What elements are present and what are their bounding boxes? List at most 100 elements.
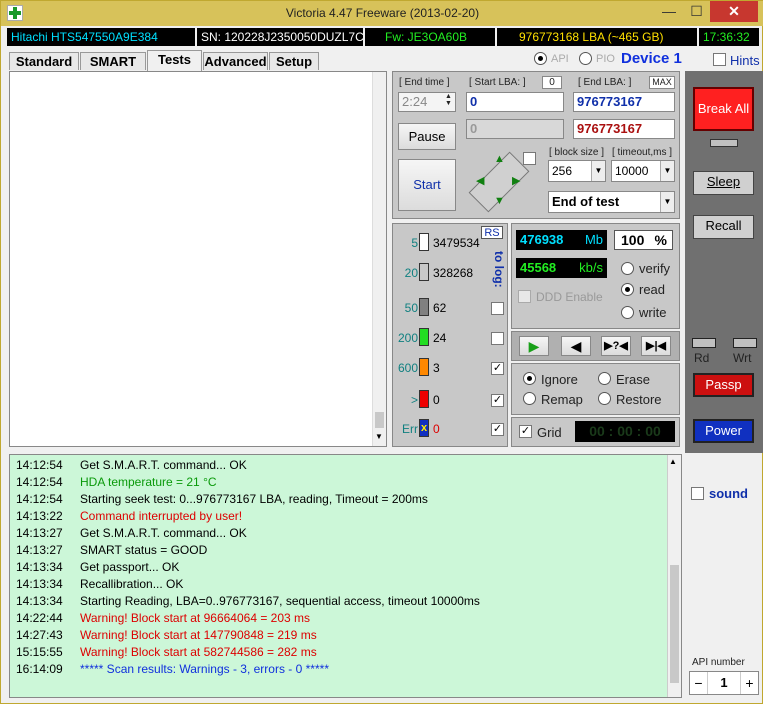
direction-checkbox[interactable]	[523, 152, 536, 165]
verify-radio[interactable]	[621, 262, 634, 275]
block-threshold: 600	[397, 361, 418, 375]
current-lba-field: 0	[466, 119, 564, 139]
api-radio[interactable]	[534, 52, 547, 65]
break-all-button[interactable]: Break All	[693, 87, 754, 131]
log-checkbox[interactable]: ✓	[491, 423, 504, 436]
end-time-spin-icon[interactable]: ▲ ▼	[445, 93, 452, 107]
restore-radio[interactable]	[598, 392, 611, 405]
percent-value: 100	[621, 232, 645, 248]
log-scrollbar-thumb[interactable]	[670, 565, 679, 683]
scroll-down-icon[interactable]: ▼	[375, 432, 383, 441]
block-threshold: >	[410, 393, 418, 407]
end-lba-current-field: 976773167	[573, 119, 675, 139]
victoria-window: Victoria 4.47 Freeware (2013-02-20) — ☐ …	[0, 0, 763, 704]
maximize-button[interactable]: ☐	[683, 1, 710, 22]
rewind-icon[interactable]: ◀	[561, 336, 591, 356]
plus-button[interactable]: +	[740, 672, 758, 694]
log-line: 14:13:34 Starting Reading, LBA=0..9767731…	[10, 593, 666, 610]
block-count: 0	[433, 422, 440, 436]
block-color-swatch	[419, 233, 429, 251]
minimize-button[interactable]: —	[655, 1, 683, 22]
end-action-select[interactable]: End of test ▼	[548, 191, 675, 213]
sleep-button[interactable]: Sleep	[693, 171, 754, 195]
log-message: Warning! Block start at 582744586 = 282 …	[80, 645, 317, 659]
arrow-right-icon[interactable]: ▶	[512, 174, 520, 187]
rd-label: Rd	[694, 351, 710, 365]
hints-label: Hints	[730, 53, 760, 68]
drive-serial: SN: 120228J2350050DUZL7C	[197, 28, 363, 46]
log-checkbox[interactable]	[491, 332, 504, 345]
log-message: Command interrupted by user!	[80, 509, 243, 523]
ignore-radio[interactable]	[523, 372, 536, 385]
tab-advanced[interactable]: Advanced	[203, 52, 268, 70]
pause-button[interactable]: Pause	[398, 123, 456, 150]
block-color-swatch	[419, 390, 429, 408]
write-radio[interactable]	[621, 306, 634, 319]
arrow-up-icon[interactable]: ▲	[494, 153, 505, 165]
speed-unit: kb/s	[579, 260, 603, 275]
scan-map-area: ▼	[9, 71, 387, 447]
passp-button[interactable]: Passp	[693, 373, 754, 397]
log-time: 15:15:55	[16, 645, 63, 659]
log-line: 14:13:27 SMART status = GOOD	[10, 542, 666, 559]
wrt-label: Wrt	[733, 351, 752, 365]
log-message: Get S.M.A.R.T. command... OK	[80, 526, 247, 540]
block-count: 24	[433, 331, 447, 345]
log-checkbox[interactable]: ✓	[491, 394, 504, 407]
log-message: Get S.M.A.R.T. command... OK	[80, 458, 247, 472]
log-message: Warning! Block start at 147790848 = 219 …	[80, 628, 317, 642]
verify-label: verify	[639, 261, 671, 276]
api-number-value[interactable]: 1	[708, 672, 740, 694]
log-scrollbar[interactable]: ▲	[667, 455, 681, 697]
pio-radio[interactable]	[579, 52, 592, 65]
log-time: 14:13:27	[16, 543, 63, 557]
block-count: 3479534	[433, 236, 480, 250]
map-scrollbar[interactable]: ▼	[372, 72, 386, 446]
end-lba-field[interactable]: 976773167	[573, 92, 675, 112]
tab-standard[interactable]: Standard	[9, 52, 79, 70]
recall-button[interactable]: Recall	[693, 215, 754, 239]
block-count: 0	[433, 393, 440, 407]
arrow-down-icon[interactable]: ▼	[494, 195, 505, 207]
tab-setup[interactable]: Setup	[269, 52, 319, 70]
erase-radio[interactable]	[598, 372, 611, 385]
minus-button[interactable]: −	[690, 672, 708, 694]
api-number-spinner[interactable]: − 1 +	[689, 671, 759, 695]
timeout-label: [ timeout,ms ]	[612, 147, 673, 158]
to-end-icon[interactable]: ▶|◀	[641, 336, 671, 356]
block-color-swatch	[419, 358, 429, 376]
map-scrollbar-thumb[interactable]	[375, 412, 384, 428]
scroll-up-icon[interactable]: ▲	[669, 457, 677, 466]
write-label: write	[639, 305, 667, 320]
log-message: Starting seek test: 0...976773167 LBA, r…	[80, 492, 428, 506]
block-size-label: [ block size ]	[549, 147, 605, 158]
ddd-enable-checkbox[interactable]	[518, 290, 531, 303]
power-button[interactable]: Power	[693, 419, 754, 443]
tab-tests[interactable]: Tests	[147, 50, 202, 71]
block-size-select[interactable]: 256 ▼	[548, 160, 606, 182]
arrow-left-icon[interactable]: ◀	[476, 174, 484, 187]
block-count: 62	[433, 301, 447, 315]
max-button[interactable]: MAX	[649, 76, 675, 89]
skip-query-icon[interactable]: ▶?◀	[601, 336, 631, 356]
api-label: API	[551, 53, 569, 65]
start-lba-zero-button[interactable]: 0	[542, 76, 562, 89]
sound-checkbox[interactable]	[691, 487, 704, 500]
timeout-select[interactable]: 10000 ▼	[611, 160, 675, 182]
log-checkbox[interactable]	[491, 302, 504, 315]
log-checkbox[interactable]: ✓	[491, 362, 504, 375]
remap-radio[interactable]	[523, 392, 536, 405]
read-radio[interactable]	[621, 283, 634, 296]
play-icon[interactable]: ▶	[519, 336, 549, 356]
start-button[interactable]: Start	[398, 159, 456, 211]
tab-smart[interactable]: SMART	[80, 52, 146, 70]
clock: 17:36:32	[699, 28, 759, 46]
start-lba-field[interactable]: 0	[466, 92, 564, 112]
block-color-swatch	[419, 263, 429, 281]
log-time: 16:14:09	[16, 662, 63, 676]
grid-checkbox[interactable]: ✓	[519, 425, 532, 438]
right-control-panel: Break All Sleep Recall Rd Wrt Passp Powe…	[685, 71, 763, 453]
hints-checkbox[interactable]	[713, 53, 726, 66]
log-time: 14:13:27	[16, 526, 63, 540]
close-button[interactable]: ✕	[710, 1, 758, 22]
